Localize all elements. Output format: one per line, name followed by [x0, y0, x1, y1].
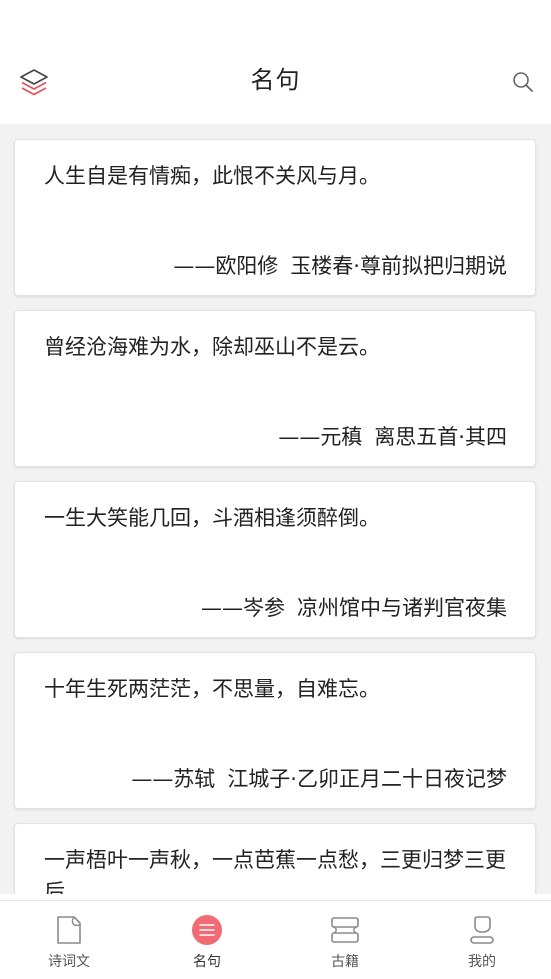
quote-source: ——苏轼 江城子·乙卯正月二十日夜记梦 [131, 763, 507, 793]
quote-author: ——欧阳修 [173, 254, 279, 278]
quote-author: ——岑参 [201, 596, 285, 620]
quote-text: 十年生死两茫茫，不思量，自难忘。 [44, 677, 380, 701]
nav-item-classics[interactable]: 古籍 [276, 901, 414, 979]
nav-label: 诗词文 [48, 954, 90, 970]
quote-author: ——苏轼 [131, 767, 216, 791]
nav-item-famous-lines[interactable]: 名句 [138, 901, 276, 979]
document-icon [57, 916, 81, 944]
quote-card[interactable]: 一声梧叶一声秋，一点芭蕉一点愁，三更归梦三更后 [14, 823, 536, 894]
quote-text: 曾经沧海难为水，除却巫山不是云。 [44, 335, 380, 359]
quote-card[interactable]: 十年生死两茫茫，不思量，自难忘。 ——苏轼 江城子·乙卯正月二十日夜记梦 [14, 652, 536, 809]
nav-item-poems[interactable]: 诗词文 [0, 901, 138, 979]
quote-card[interactable]: 一生大笑能几回，斗酒相逢须醉倒。 ——岑参 凉州馆中与诸判官夜集 [14, 481, 536, 638]
quote-card[interactable]: 人生自是有情痴，此恨不关风与月。 ——欧阳修 玉楼春·尊前拟把归期说 [14, 139, 536, 296]
nav-label: 我的 [468, 954, 496, 970]
books-icon [331, 917, 359, 943]
quote-list[interactable]: 人生自是有情痴，此恨不关风与月。 ——欧阳修 玉楼春·尊前拟把归期说 曾经沧海难为… [0, 124, 551, 894]
search-icon [513, 72, 533, 92]
quote-text: 一声梧叶一声秋，一点芭蕉一点愁，三更归梦三更后 [44, 848, 506, 894]
quote-card[interactable]: 曾经沧海难为水，除却巫山不是云。 ——元稹 离思五首·其四 [14, 310, 536, 467]
nav-label: 古籍 [331, 954, 359, 970]
app: 名句 人生自是有情痴，此恨不关风与月。 ——欧阳修 玉楼春·尊前拟把归期说 曾经沧… [0, 0, 551, 979]
top-bar: 名句 [0, 0, 551, 124]
quote-work: 江城子·乙卯正月二十日夜记梦 [227, 767, 507, 791]
quote-work: 离思五首·其四 [374, 425, 507, 449]
quote-text: 一生大笑能几回，斗酒相逢须醉倒。 [44, 506, 380, 530]
person-icon [470, 916, 494, 944]
nav-item-mine[interactable]: 我的 [413, 901, 551, 979]
quote-work: 玉楼春·尊前拟把归期说 [290, 254, 507, 278]
quote-source: ——元稹 离思五首·其四 [278, 421, 507, 451]
quote-work: 凉州馆中与诸判官夜集 [297, 596, 507, 620]
nav-label: 名句 [193, 954, 221, 970]
quote-text: 人生自是有情痴，此恨不关风与月。 [44, 164, 380, 188]
bottom-nav: 诗词文 名句 古籍 我的 [0, 900, 551, 979]
page-title: 名句 [250, 66, 301, 94]
list-circle-icon [192, 915, 222, 945]
quote-author: ——元稹 [278, 425, 363, 449]
quote-source: ——岑参 凉州馆中与诸判官夜集 [201, 592, 507, 622]
quote-source: ——欧阳修 玉楼春·尊前拟把归期说 [173, 250, 507, 280]
search-button[interactable] [505, 64, 541, 100]
